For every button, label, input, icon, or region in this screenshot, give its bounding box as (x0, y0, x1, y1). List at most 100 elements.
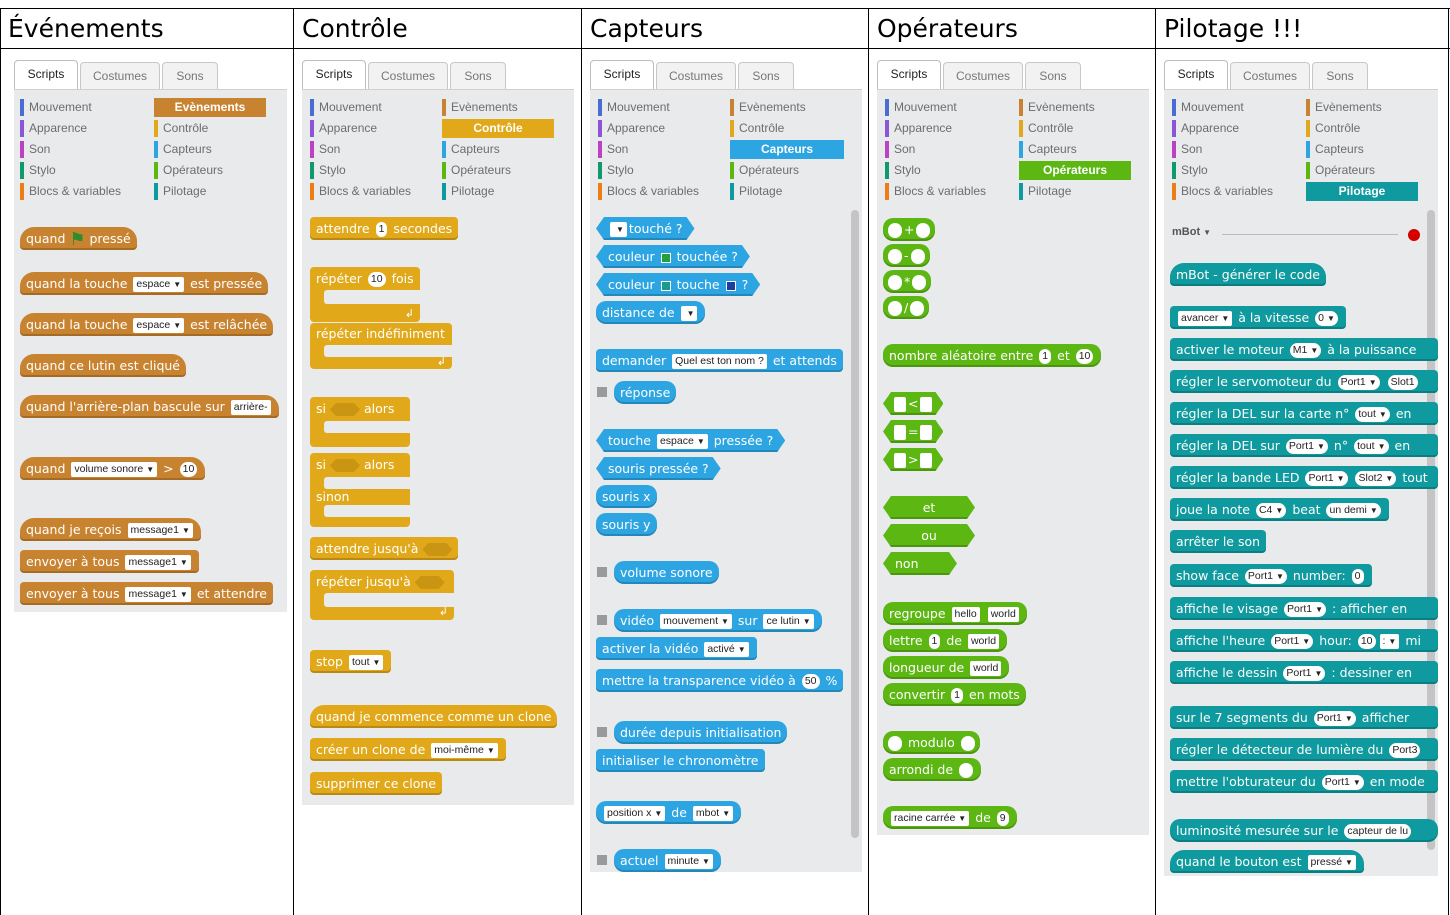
block-broadcast[interactable]: envoyer à tous message1 ▼ (20, 550, 199, 573)
block-touching-color[interactable]: couleur touchée ? (596, 245, 750, 268)
port-dropdown[interactable]: Port1 ▼ (1285, 439, 1328, 454)
block-ask-and-wait[interactable]: demander Quel est ton nom ? et attends (596, 349, 843, 372)
category-capteurs[interactable]: Capteurs (154, 140, 212, 159)
block-mouse-y[interactable]: souris y (596, 513, 657, 536)
color-swatch[interactable] (661, 253, 671, 263)
block-random-between[interactable]: nombre aléatoire entre 1 et 10 (883, 344, 1102, 367)
value-input[interactable]: 50 (801, 674, 820, 689)
block-divide[interactable]: / (883, 296, 930, 319)
color-swatch[interactable] (726, 281, 736, 291)
beat-dropdown[interactable]: un demi ▼ (1326, 503, 1381, 518)
block-move-at-speed[interactable]: avancer ▼ à la vitesse 0 ▼ (1170, 306, 1346, 329)
category-blocs-variables[interactable]: Blocs & variables (310, 182, 411, 201)
block-set-light-sensor[interactable]: régler le détecteur de lumière du Port3 (1170, 738, 1438, 761)
category-blocs-variables[interactable]: Blocs & variables (885, 182, 986, 201)
value-input[interactable] (894, 397, 906, 412)
block-and[interactable]: et (883, 496, 975, 519)
block-set-shutter[interactable]: mettre l'obturateur du Port1 ▼ en mode (1170, 770, 1438, 793)
category-apparence[interactable]: Apparence (598, 119, 665, 138)
port-dropdown[interactable]: Port1 ▼ (1313, 711, 1356, 726)
tab-scripts[interactable]: Scripts (302, 60, 366, 90)
block-round[interactable]: arrondi de (883, 758, 982, 781)
block-timer[interactable]: durée depuis initialisation (614, 721, 788, 744)
port-dropdown[interactable]: Port1 ▼ (1271, 634, 1314, 649)
category-stylo[interactable]: Stylo (885, 161, 921, 180)
port-dropdown[interactable]: Port1 ▼ (1283, 666, 1326, 681)
block-greater-than[interactable]: > (883, 448, 943, 471)
note-dropdown[interactable]: C4 ▼ (1255, 503, 1287, 518)
value-input[interactable] (894, 425, 906, 440)
value-input[interactable]: 1 (375, 222, 388, 237)
color-swatch[interactable] (661, 281, 671, 291)
block-video-motion[interactable]: vidéo mouvement ▼ sur ce lutin ▼ (614, 609, 822, 632)
category-operateurs[interactable]: Opérateurs (1306, 161, 1375, 180)
category-mouvement[interactable]: Mouvement (885, 98, 957, 117)
tab-sons[interactable]: Sons (1312, 62, 1368, 90)
category-capteurs[interactable]: Capteurs (1306, 140, 1364, 159)
category-son[interactable]: Son (20, 140, 50, 159)
block-equals[interactable]: = (883, 420, 943, 443)
value-input[interactable]: 10 (367, 272, 386, 287)
category-capteurs[interactable]: Capteurs (442, 140, 500, 159)
category-son[interactable]: Son (310, 140, 340, 159)
category-apparence[interactable]: Apparence (885, 119, 952, 138)
text-input[interactable]: world (970, 661, 1002, 676)
value-input[interactable]: 1 (928, 634, 941, 649)
speed-dropdown[interactable]: 0 ▼ (1315, 311, 1338, 326)
value-input[interactable] (959, 763, 974, 778)
block-broadcast-and-wait[interactable]: envoyer à tous message1 ▼ et attendre (20, 582, 273, 605)
backdrop-dropdown[interactable]: arrière- (230, 400, 271, 415)
block-show-time[interactable]: affiche l'heure Port1 ▼ hour: 10: ▼ mi (1170, 629, 1438, 652)
motor-dropdown[interactable]: M1 ▼ (1289, 343, 1322, 358)
category-mouvement[interactable]: Mouvement (1172, 98, 1244, 117)
key-dropdown[interactable]: espace ▼ (657, 434, 708, 449)
slot-dropdown[interactable]: Slot2 ▼ (1355, 471, 1397, 486)
category-evenements[interactable]: Evènements (442, 98, 518, 117)
block-when-start-as-clone[interactable]: quand je commence comme un clone (310, 705, 558, 728)
category-mouvement[interactable]: Mouvement (20, 98, 92, 117)
category-pilotage[interactable]: Pilotage (442, 182, 494, 201)
tab-costumes[interactable]: Costumes (368, 62, 448, 90)
value-input[interactable] (960, 736, 975, 751)
category-son[interactable]: Son (1172, 140, 1202, 159)
block-answer[interactable]: réponse (614, 381, 677, 404)
value-input[interactable] (888, 736, 902, 751)
port-dropdown[interactable]: Port1 ▼ (1337, 375, 1380, 390)
category-controle[interactable]: Contrôle (1019, 119, 1073, 138)
block-set-motor-power[interactable]: activer le moteur M1 ▼ à la puissance (1170, 338, 1438, 361)
block-mbot-generate-code[interactable]: mBot - générer le code (1170, 263, 1326, 286)
block-stop-sound[interactable]: arrêter le son (1170, 530, 1267, 553)
block-7-segment-display[interactable]: sur le 7 segments du Port1 ▼ afficher (1170, 706, 1438, 729)
tab-costumes[interactable]: Costumes (80, 62, 160, 90)
led-index-dropdown[interactable]: tout ▼ (1355, 407, 1390, 422)
category-capteurs[interactable]: Capteurs (1019, 140, 1077, 159)
value-input[interactable] (910, 249, 925, 264)
scrollbar[interactable] (851, 210, 859, 838)
block-when-flag-clicked[interactable]: quand ⚑ pressé (20, 227, 137, 250)
category-pilotage[interactable]: Pilotage (730, 182, 782, 201)
category-apparence[interactable]: Apparence (20, 119, 87, 138)
block-if-then[interactable]: si alors (310, 397, 410, 447)
sprite-dropdown[interactable]: ▼ (610, 222, 627, 237)
stop-dropdown[interactable]: tout ▼ (348, 655, 384, 670)
value-input[interactable] (888, 249, 902, 264)
video-state-dropdown[interactable]: activé ▼ (704, 642, 749, 657)
condition-slot[interactable] (329, 459, 360, 472)
tab-sons[interactable]: Sons (1025, 62, 1081, 90)
tab-scripts[interactable]: Scripts (14, 60, 78, 90)
block-wait-until[interactable]: attendre jusqu'à (310, 537, 459, 560)
category-operateurs[interactable]: Opérateurs (730, 161, 799, 180)
block-join[interactable]: regroupe hello world (883, 602, 1027, 625)
category-son[interactable]: Son (885, 140, 915, 159)
category-apparence[interactable]: Apparence (310, 119, 377, 138)
extension-header[interactable]: mBot ▼ (1172, 226, 1211, 238)
monitor-checkbox[interactable] (597, 615, 607, 625)
block-when-i-receive[interactable]: quand je reçois message1 ▼ (20, 518, 201, 541)
block-touching[interactable]: ▼ touché ? (596, 217, 695, 240)
block-or[interactable]: ou (883, 524, 975, 547)
value-input[interactable] (888, 301, 902, 316)
block-mouse-x[interactable]: souris x (596, 485, 657, 508)
slot-dropdown[interactable]: Slot1 (1387, 375, 1418, 390)
category-blocs-variables[interactable]: Blocs & variables (1172, 182, 1273, 201)
category-evenements[interactable]: Evènements (1306, 98, 1382, 117)
